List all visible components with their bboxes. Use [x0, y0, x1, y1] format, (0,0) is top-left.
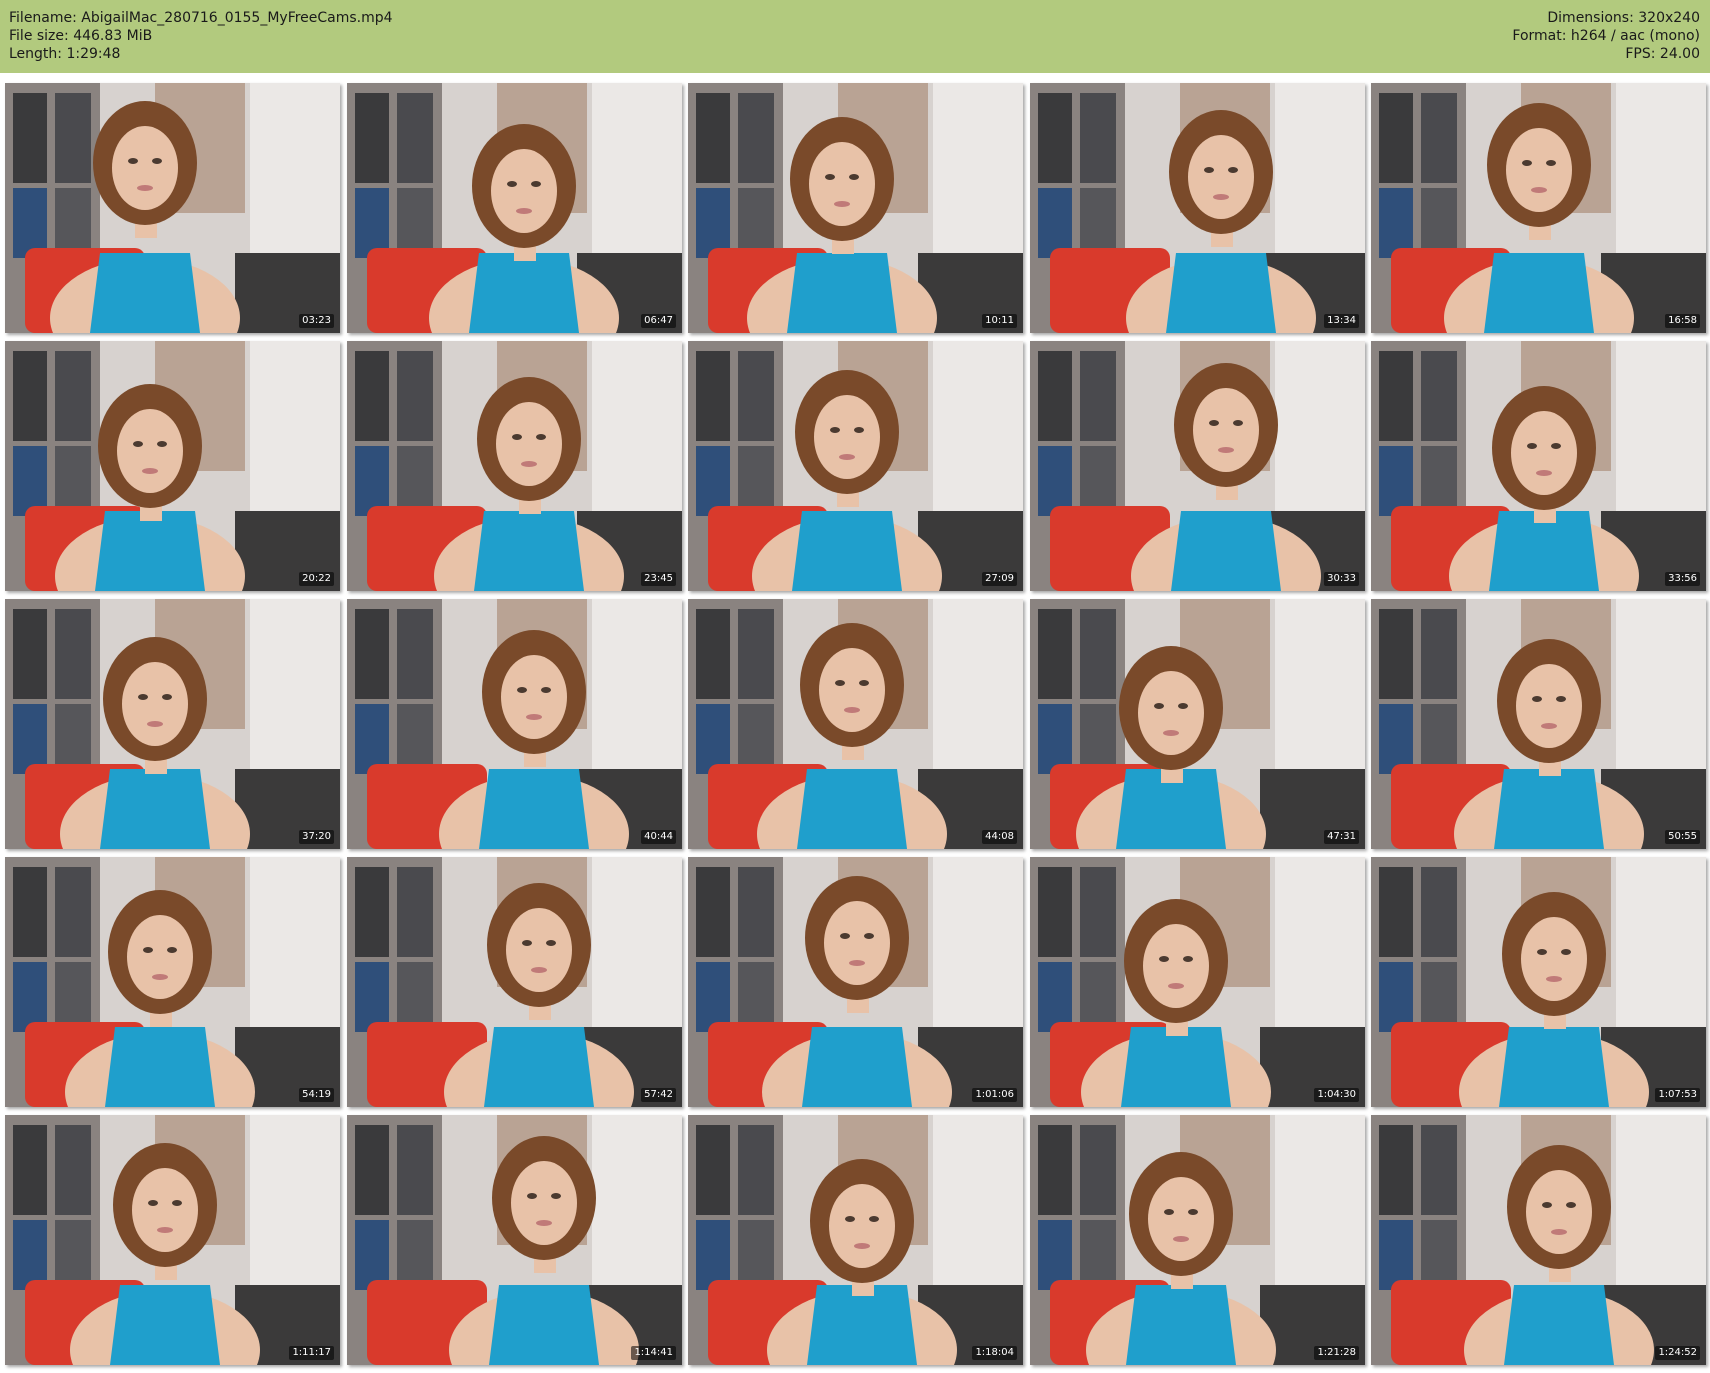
- timestamp-label: 1:01:06: [972, 1088, 1017, 1102]
- frame-image: [5, 599, 340, 849]
- frame-image: [347, 599, 682, 849]
- timestamp-label: 23:45: [641, 572, 676, 586]
- timestamp-label: 06:47: [641, 314, 676, 328]
- video-thumbnail: 10:11: [688, 83, 1023, 333]
- frame-image: [5, 1115, 340, 1365]
- video-thumbnail: 1:18:04: [688, 1115, 1023, 1365]
- video-thumbnail: 1:11:17: [5, 1115, 340, 1365]
- frame-image: [1371, 1115, 1706, 1365]
- frame-image: [5, 341, 340, 591]
- frame-image: [688, 857, 1023, 1107]
- timestamp-label: 30:33: [1324, 572, 1359, 586]
- frame-image: [688, 83, 1023, 333]
- video-thumbnail: 20:22: [5, 341, 340, 591]
- video-thumbnail: 16:58: [1371, 83, 1706, 333]
- timestamp-label: 37:20: [299, 830, 334, 844]
- frame-image: [1371, 857, 1706, 1107]
- video-thumbnail: 40:44: [347, 599, 682, 849]
- frame-image: [347, 857, 682, 1107]
- timestamp-label: 33:56: [1665, 572, 1700, 586]
- video-thumbnail: 1:21:28: [1030, 1115, 1365, 1365]
- timestamp-label: 1:14:41: [631, 1346, 676, 1360]
- video-thumbnail: 03:23: [5, 83, 340, 333]
- timestamp-label: 40:44: [641, 830, 676, 844]
- frame-image: [688, 1115, 1023, 1365]
- video-thumbnail: 13:34: [1030, 83, 1365, 333]
- timestamp-label: 03:23: [299, 314, 334, 328]
- frame-image: [5, 857, 340, 1107]
- length-label: Length: 1:29:48: [9, 46, 121, 62]
- frame-image: [1030, 83, 1365, 333]
- timestamp-label: 57:42: [641, 1088, 676, 1102]
- info-header: Filename: AbigailMac_280716_0155_MyFreeC…: [0, 0, 1710, 73]
- timestamp-label: 1:11:17: [289, 1346, 334, 1360]
- frame-image: [1371, 83, 1706, 333]
- timestamp-label: 1:24:52: [1655, 1346, 1700, 1360]
- file-info: Filename: AbigailMac_280716_0155_MyFreeC…: [9, 9, 393, 63]
- video-thumbnail: 23:45: [347, 341, 682, 591]
- timestamp-label: 20:22: [299, 572, 334, 586]
- timestamp-label: 50:55: [1665, 830, 1700, 844]
- thumbnail-grid: 03:23 06:47 10:11 13:34 16:58 20:22 23:45 27:09…: [5, 83, 1706, 1368]
- frame-image: [347, 1115, 682, 1365]
- frame-image: [1030, 857, 1365, 1107]
- frame-image: [1030, 599, 1365, 849]
- video-thumbnail: 06:47: [347, 83, 682, 333]
- video-thumbnail: 57:42: [347, 857, 682, 1107]
- video-thumbnail: 44:08: [688, 599, 1023, 849]
- video-thumbnail: 27:09: [688, 341, 1023, 591]
- format-label: Format: h264 / aac (mono): [1512, 28, 1700, 44]
- frame-image: [1371, 341, 1706, 591]
- timestamp-label: 10:11: [982, 314, 1017, 328]
- frame-image: [5, 83, 340, 333]
- video-thumbnail: 50:55: [1371, 599, 1706, 849]
- timestamp-label: 54:19: [299, 1088, 334, 1102]
- timestamp-label: 1:07:53: [1655, 1088, 1700, 1102]
- timestamp-label: 1:18:04: [972, 1346, 1017, 1360]
- timestamp-label: 47:31: [1324, 830, 1359, 844]
- video-thumbnail: 47:31: [1030, 599, 1365, 849]
- filename-label: Filename: AbigailMac_280716_0155_MyFreeC…: [9, 10, 393, 26]
- timestamp-label: 13:34: [1324, 314, 1359, 328]
- video-thumbnail: 33:56: [1371, 341, 1706, 591]
- frame-image: [688, 599, 1023, 849]
- fps-label: FPS: 24.00: [1625, 46, 1700, 62]
- stream-info: Dimensions: 320x240 Format: h264 / aac (…: [1512, 9, 1700, 63]
- timestamp-label: 44:08: [982, 830, 1017, 844]
- video-thumbnail: 1:04:30: [1030, 857, 1365, 1107]
- filesize-label: File size: 446.83 MiB: [9, 28, 153, 44]
- timestamp-label: 16:58: [1665, 314, 1700, 328]
- frame-image: [347, 341, 682, 591]
- frame-image: [688, 341, 1023, 591]
- video-thumbnail: 1:01:06: [688, 857, 1023, 1107]
- frame-image: [347, 83, 682, 333]
- frame-image: [1030, 1115, 1365, 1365]
- timestamp-label: 27:09: [982, 572, 1017, 586]
- dimensions-label: Dimensions: 320x240: [1547, 10, 1700, 26]
- video-thumbnail: 1:07:53: [1371, 857, 1706, 1107]
- video-thumbnail: 1:14:41: [347, 1115, 682, 1365]
- frame-image: [1371, 599, 1706, 849]
- video-thumbnail: 1:24:52: [1371, 1115, 1706, 1365]
- frame-image: [1030, 341, 1365, 591]
- timestamp-label: 1:04:30: [1314, 1088, 1359, 1102]
- timestamp-label: 1:21:28: [1314, 1346, 1359, 1360]
- video-thumbnail: 37:20: [5, 599, 340, 849]
- video-thumbnail: 54:19: [5, 857, 340, 1107]
- video-thumbnail: 30:33: [1030, 341, 1365, 591]
